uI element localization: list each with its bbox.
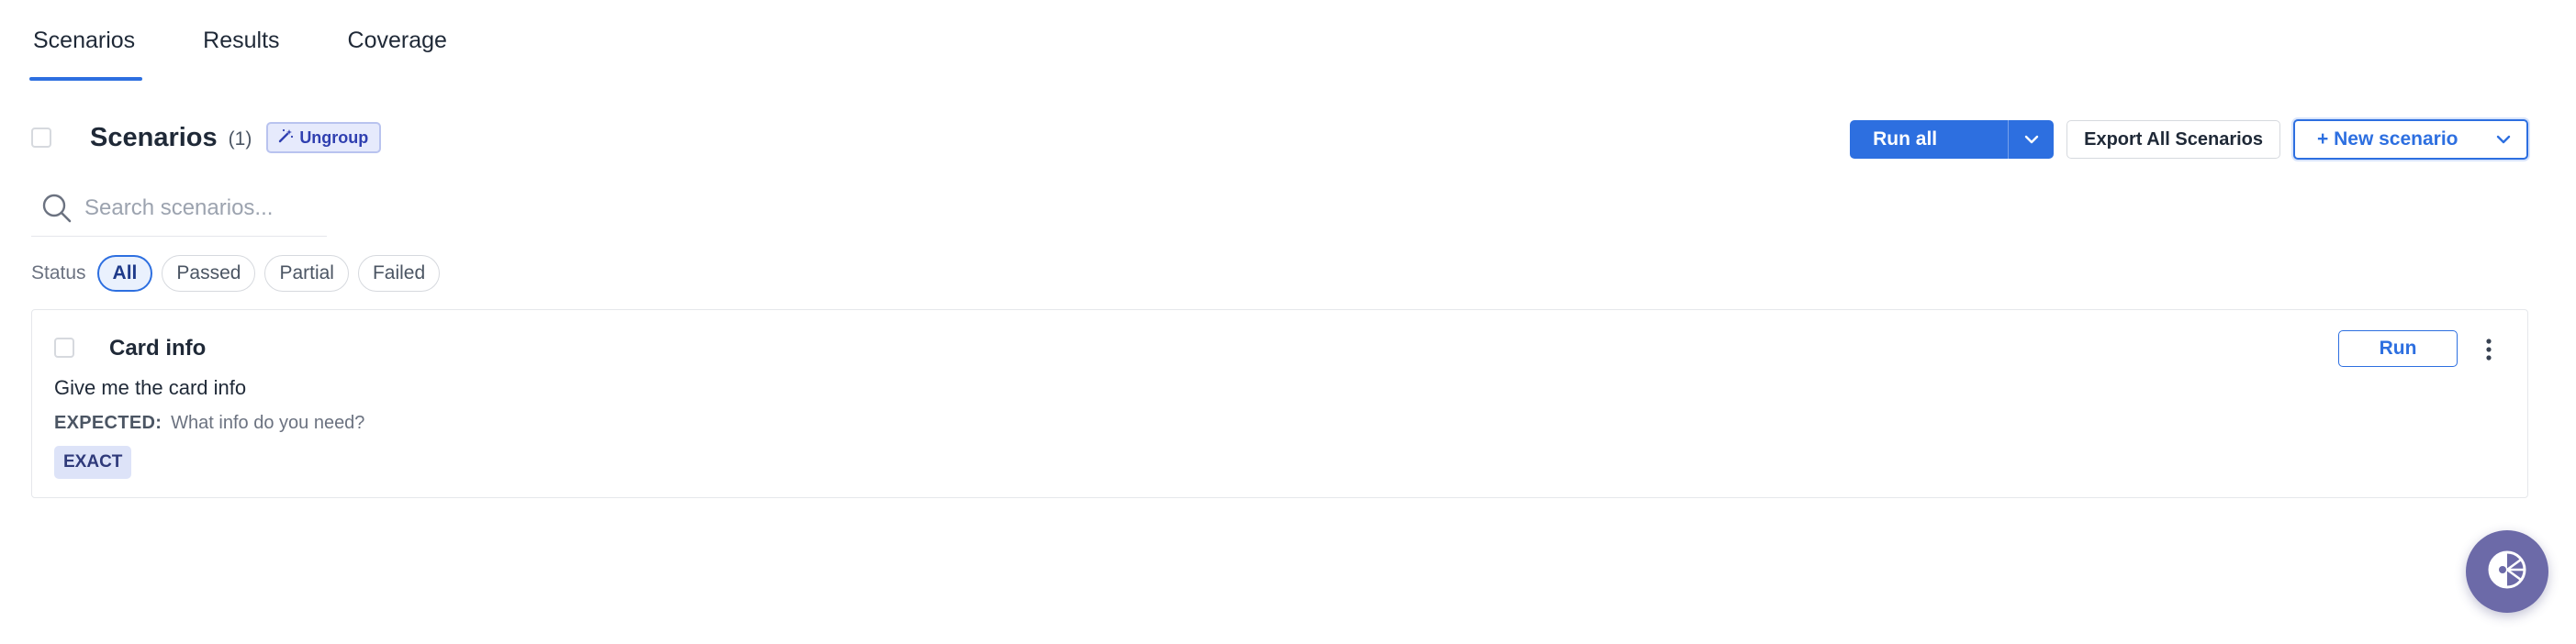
page-title: Scenarios xyxy=(90,122,218,152)
status-filter: Status All Passed Partial Failed xyxy=(31,255,449,292)
help-widget-button[interactable] xyxy=(2466,530,2548,613)
expected-value: What info do you need? xyxy=(171,413,365,433)
ungroup-button[interactable]: Ungroup xyxy=(266,122,382,153)
scenario-card: Card info Give me the card info EXPECTED… xyxy=(31,309,2528,498)
new-scenario-button[interactable]: + New scenario xyxy=(2293,119,2528,160)
search-icon xyxy=(40,192,73,225)
run-scenario-button[interactable]: Run xyxy=(2338,330,2458,367)
tab-results[interactable]: Results xyxy=(199,0,283,81)
tab-scenarios[interactable]: Scenarios xyxy=(29,0,143,81)
search-bar xyxy=(31,180,327,237)
new-scenario-label: + New scenario xyxy=(2317,128,2458,150)
match-type-badge: EXACT xyxy=(54,446,132,479)
filter-all[interactable]: All xyxy=(96,255,153,292)
chevron-down-icon[interactable] xyxy=(2481,134,2526,145)
scenario-name: Card info xyxy=(109,336,207,361)
search-input[interactable] xyxy=(84,194,323,221)
magic-wand-icon xyxy=(277,128,294,149)
export-all-button[interactable]: Export All Scenarios xyxy=(2066,120,2280,159)
header-actions: Run all Export All Scenarios + New scena… xyxy=(1850,119,2528,160)
scenario-expected: EXPECTED: What info do you need? xyxy=(54,413,364,434)
top-tabs: Scenarios Results Coverage xyxy=(29,0,511,81)
tab-coverage[interactable]: Coverage xyxy=(344,0,451,81)
filter-passed[interactable]: Passed xyxy=(162,255,256,292)
chevron-down-icon[interactable] xyxy=(2008,120,2054,159)
filter-partial[interactable]: Partial xyxy=(264,255,349,292)
expected-label: EXPECTED: xyxy=(54,413,162,433)
ungroup-label: Ungroup xyxy=(299,128,369,147)
scenario-checkbox[interactable] xyxy=(54,338,74,358)
scenario-prompt: Give me the card info xyxy=(54,376,247,399)
help-widget-icon xyxy=(2484,547,2530,597)
select-all-checkbox[interactable] xyxy=(31,128,51,148)
scenario-count: (1) xyxy=(228,128,252,150)
run-all-button[interactable]: Run all xyxy=(1850,120,2055,159)
filter-failed[interactable]: Failed xyxy=(357,255,441,292)
kebab-menu-icon[interactable] xyxy=(2478,334,2500,365)
scenarios-header: Scenarios (1) Ungroup xyxy=(31,116,382,160)
run-all-label: Run all xyxy=(1873,128,1938,150)
status-filter-label: Status xyxy=(31,262,86,283)
